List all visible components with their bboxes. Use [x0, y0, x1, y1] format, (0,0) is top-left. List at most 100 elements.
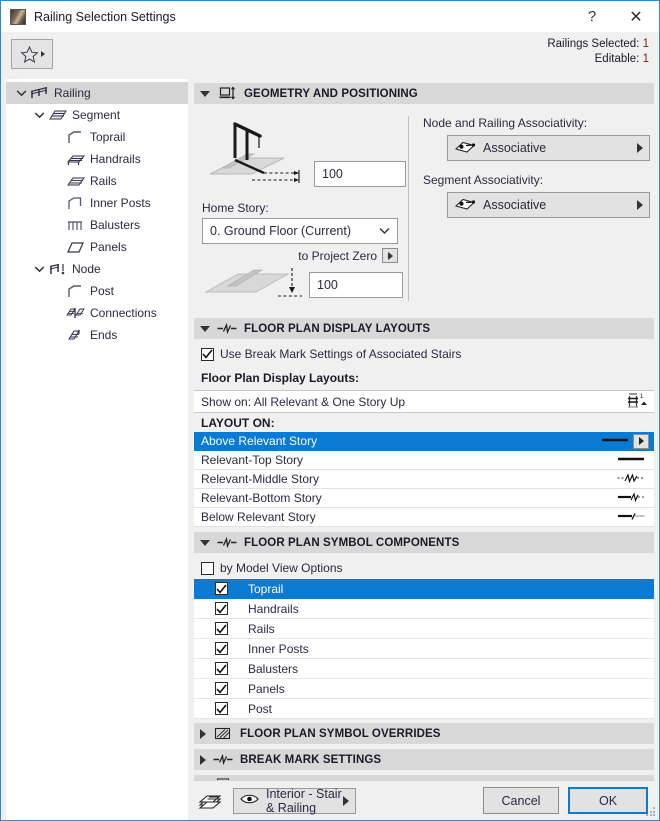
symbol-component-row[interactable]: Handrails [194, 599, 654, 619]
segment-associativity-select[interactable]: Associative [447, 192, 650, 218]
section-header-symbol-components[interactable]: FLOOR PLAN SYMBOL COMPONENTS [194, 532, 654, 553]
project-zero-input[interactable]: 100 [309, 272, 403, 298]
symbol-component-row[interactable]: Toprail [194, 579, 654, 599]
symbol-component-row[interactable]: Balusters [194, 659, 654, 679]
symbol-component-label: Toprail [248, 582, 283, 596]
to-project-zero-button[interactable] [382, 248, 398, 263]
section-header-geometry[interactable]: GEOMETRY AND POSITIONING [194, 83, 654, 104]
sidebar-item-rails[interactable]: Rails [6, 170, 188, 192]
triangle-right-icon [343, 796, 349, 806]
sidebar-item-label: Segment [72, 108, 120, 122]
ok-button[interactable]: OK [568, 787, 648, 814]
symbol-component-label: Inner Posts [248, 642, 309, 656]
floor-plan-display-layouts-label: Floor Plan Display Layouts: [194, 365, 654, 390]
chevron-down-icon[interactable] [32, 265, 46, 273]
associative-icon [454, 197, 476, 214]
chevron-down-icon[interactable] [32, 111, 46, 119]
inner-posts-icon [64, 194, 86, 212]
checkbox[interactable] [201, 348, 214, 361]
section-header-collapsed[interactable]: FLOOR PLAN SYMBOL OVERRIDES [194, 723, 654, 744]
symbol-component-row[interactable]: Panels [194, 679, 654, 699]
close-button[interactable]: ✕ [613, 1, 659, 32]
chevron-down-icon [200, 326, 210, 332]
pen-layers-icon[interactable] [196, 792, 224, 810]
sidebar-item-post[interactable]: Post [6, 280, 188, 302]
node-associativity-value: Associative [483, 141, 546, 155]
layout-on-label: LAYOUT ON: [194, 413, 654, 432]
settings-tree[interactable]: Railing Segment ToprailHandrailsRails Inner… [6, 79, 188, 820]
show-on-row[interactable]: Show on: All Relevant & One Story Up 1 [194, 390, 654, 413]
section-header-collapsed[interactable]: BREAK MARK SETTINGS [194, 749, 654, 770]
star-icon [20, 45, 39, 64]
panels-icon [64, 238, 86, 256]
layout-on-label: Relevant-Middle Story [201, 472, 319, 486]
by-model-view-options-label: by Model View Options [220, 561, 343, 575]
railings-selected-value: 1 [643, 38, 649, 50]
layout-on-label: Below Relevant Story [201, 510, 316, 524]
post-icon [64, 282, 86, 300]
layer-select[interactable]: Interior - Stair & Railing [233, 788, 356, 814]
checkbox[interactable] [215, 582, 228, 595]
layout-on-row[interactable]: Below Relevant Story [194, 508, 654, 527]
home-story-select[interactable]: 0. Ground Floor (Current) [202, 218, 398, 244]
chevron-down-icon[interactable] [14, 89, 28, 97]
section-header-display-layouts[interactable]: FLOOR PLAN DISPLAY LAYOUTS [194, 318, 654, 339]
symbol-component-label: Post [248, 702, 272, 716]
favorites-button[interactable] [11, 39, 53, 69]
checkbox[interactable] [201, 562, 214, 575]
layout-on-row[interactable]: Relevant-Middle Story [194, 470, 654, 489]
symbol-component-label: Rails [248, 622, 275, 636]
checkbox[interactable] [215, 622, 228, 635]
chevron-right-icon [200, 755, 206, 765]
railing-height-input[interactable]: 100 [314, 161, 406, 187]
sidebar-item-ends[interactable]: Ends [6, 324, 188, 346]
symbol-component-row[interactable]: Inner Posts [194, 639, 654, 659]
symbol-component-row[interactable]: Post [194, 699, 654, 719]
sidebar-item-inner-posts[interactable]: Inner Posts [6, 192, 188, 214]
layout-on-label: Relevant-Bottom Story [201, 491, 322, 505]
sidebar-item-connections[interactable]: Connections [6, 302, 188, 324]
app-icon [10, 9, 26, 25]
checkbox[interactable] [215, 642, 228, 655]
section-title: FLOOR PLAN DISPLAY LAYOUTS [244, 323, 430, 335]
symbol-component-row[interactable]: Rails [194, 619, 654, 639]
resize-grip[interactable] [646, 807, 656, 817]
use-break-mark-label: Use Break Mark Settings of Associated St… [220, 347, 461, 361]
railing-icon [28, 84, 50, 102]
sidebar-item-segment[interactable]: Segment [6, 104, 188, 126]
node-associativity-select[interactable]: Associative [447, 135, 650, 161]
sidebar-item-label: Inner Posts [90, 196, 151, 210]
sidebar-item-toprail[interactable]: Toprail [6, 126, 188, 148]
sidebar-item-handrails[interactable]: Handrails [6, 148, 188, 170]
sidebar-item-panels[interactable]: Panels [6, 236, 188, 258]
settings-content: GEOMETRY AND POSITIONING [194, 79, 654, 820]
layout-on-row[interactable]: Relevant-Bottom Story [194, 489, 654, 508]
railing-selection-settings-window: Railing Selection Settings ? ✕ Railings … [0, 0, 660, 821]
help-button[interactable]: ? [571, 1, 613, 32]
eye-icon [240, 793, 259, 808]
checkbox[interactable] [215, 602, 228, 615]
checkbox[interactable] [215, 662, 228, 675]
layout-on-row[interactable]: Above Relevant Story [194, 432, 654, 451]
sidebar-item-label: Ends [90, 328, 117, 342]
title-bar: Railing Selection Settings ? ✕ [1, 1, 659, 32]
by-model-view-options-row[interactable]: by Model View Options [194, 559, 654, 579]
handrails-icon [64, 150, 86, 168]
sidebar-item-railing[interactable]: Railing [6, 82, 188, 104]
break-left-line-icon [617, 491, 645, 505]
layout-options-button[interactable] [633, 434, 649, 449]
layout-on-row[interactable]: Relevant-Top Story [194, 451, 654, 470]
cancel-button[interactable]: Cancel [483, 787, 559, 814]
sidebar-item-node[interactable]: Node [6, 258, 188, 280]
triangle-right-icon [637, 200, 643, 210]
associative-icon [454, 140, 476, 157]
checkbox[interactable] [215, 682, 228, 695]
layout-on-label: Relevant-Top Story [201, 453, 303, 467]
checkbox[interactable] [215, 702, 228, 715]
use-break-mark-checkbox-row[interactable]: Use Break Mark Settings of Associated St… [194, 345, 654, 365]
fading-line-icon [617, 510, 645, 524]
symbol-component-label: Balusters [248, 662, 298, 676]
sidebar-item-balusters[interactable]: Balusters [6, 214, 188, 236]
triangle-right-icon [388, 252, 393, 260]
layer-value: Interior - Stair & Railing [266, 787, 343, 815]
